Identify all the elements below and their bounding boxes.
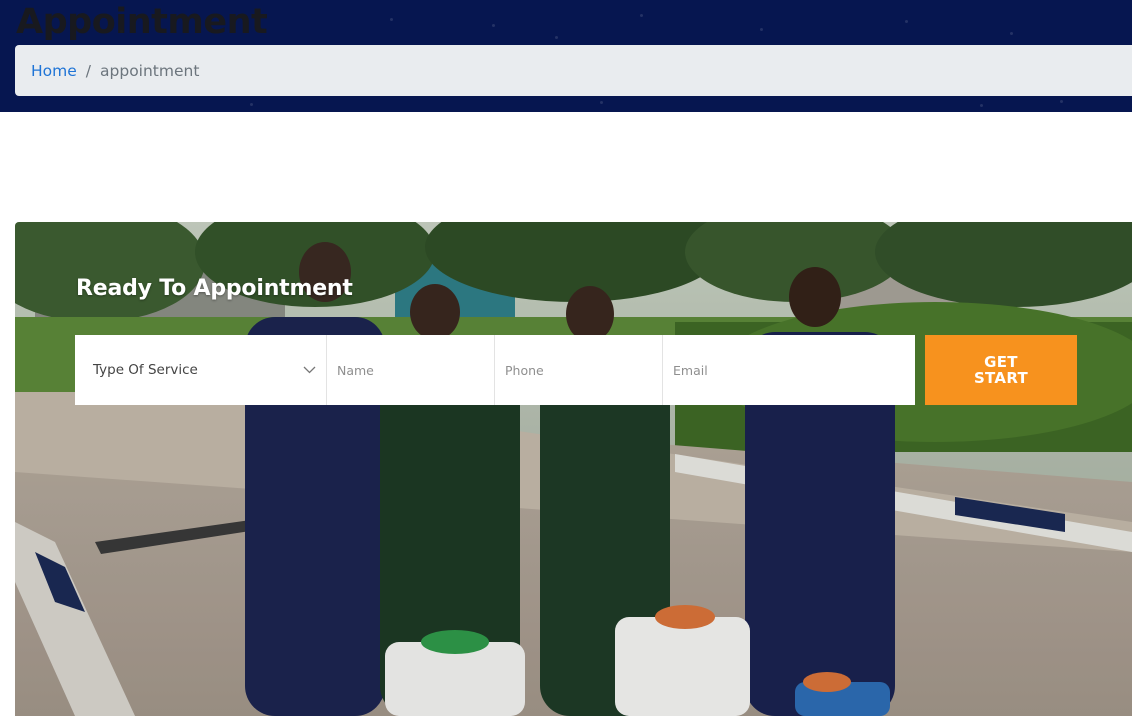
page-header: Appointment Home / appointment [0, 0, 1132, 112]
breadcrumb: Home / appointment [15, 45, 1132, 96]
appointment-heading: Ready To Appointment [76, 276, 353, 301]
name-field-wrapper [327, 335, 495, 405]
appointment-form: Type Of Service [75, 335, 915, 405]
service-type-select[interactable]: Type Of Service [75, 335, 327, 405]
breadcrumb-separator: / [85, 61, 92, 80]
appointment-section: Ready To Appointment Type Of Service GET… [15, 222, 1132, 716]
phone-field-wrapper [495, 335, 663, 405]
service-type-selected: Type Of Service [93, 362, 198, 378]
email-input[interactable] [663, 335, 915, 405]
get-start-button[interactable]: GET START [925, 335, 1077, 405]
page-title: Appointment [16, 2, 268, 42]
phone-input[interactable] [495, 335, 662, 405]
email-field-wrapper [663, 335, 915, 405]
name-input[interactable] [327, 335, 494, 405]
breadcrumb-current: appointment [100, 61, 200, 80]
chevron-down-icon [302, 363, 316, 377]
breadcrumb-home-link[interactable]: Home [31, 62, 77, 80]
